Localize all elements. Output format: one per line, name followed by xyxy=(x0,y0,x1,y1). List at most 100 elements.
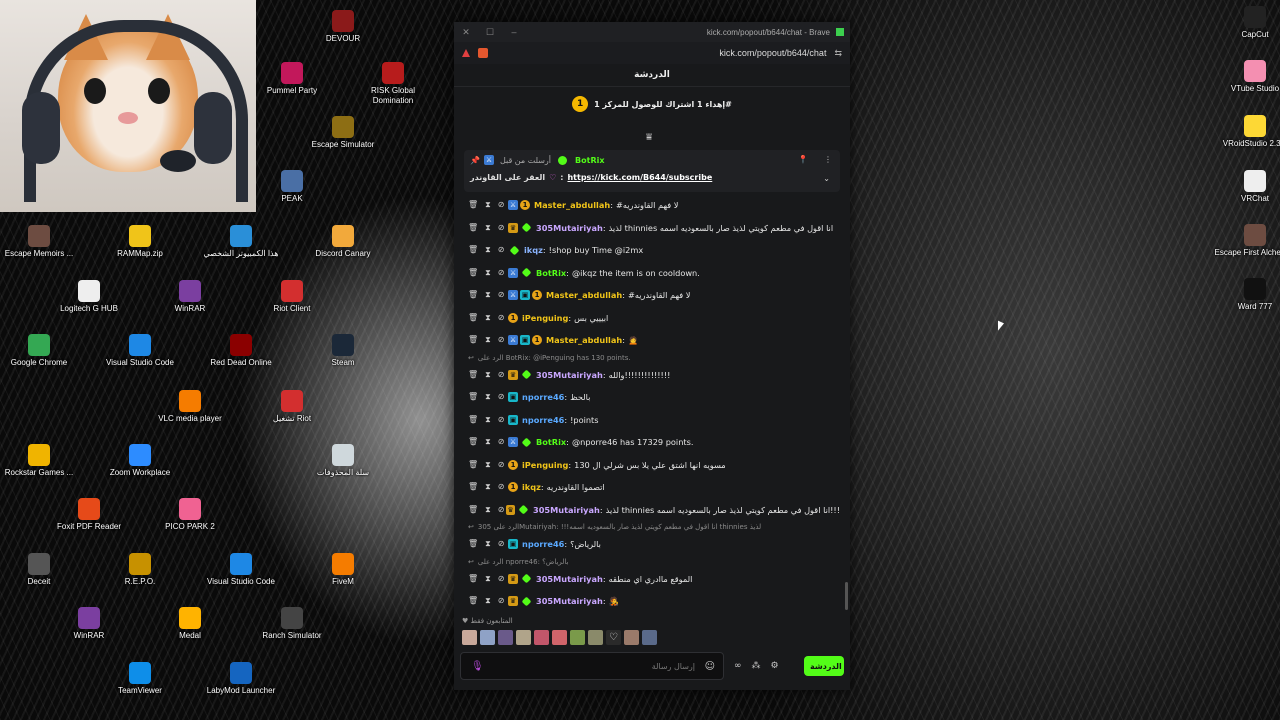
delete-icon[interactable]: 🗑 xyxy=(468,392,478,402)
chat-message[interactable]: 🗑 ⧗ ⊘ ⚔ ▣ 1 Master_abdullah: 🙍 xyxy=(464,329,840,352)
chat-message[interactable]: 🗑 ⧗ ⊘ 1 iPenguing: ابيييي بس xyxy=(464,307,840,330)
settings-gear-icon[interactable]: ⚙ xyxy=(771,661,779,671)
emoji-icon[interactable]: ☺ xyxy=(705,661,715,672)
ban-icon[interactable]: ⊘ xyxy=(498,200,505,210)
emote-6[interactable] xyxy=(552,630,567,645)
delete-icon[interactable]: 🗑 xyxy=(468,290,478,300)
desktop-icon-picopark[interactable]: PICO PARK 2 xyxy=(147,498,233,532)
timeout-icon[interactable]: ⧗ xyxy=(485,313,491,323)
chat-username[interactable]: Master_abdullah xyxy=(546,290,622,300)
timeout-icon[interactable]: ⧗ xyxy=(485,574,491,584)
emote-1[interactable] xyxy=(462,630,477,645)
chat-username[interactable]: 305Mutairiyah xyxy=(536,574,603,584)
desktop-icon-escape-sim[interactable]: Escape Simulator xyxy=(300,116,386,150)
desktop-icon-vscode2[interactable]: Visual Studio Code xyxy=(198,553,284,587)
chat-username[interactable]: ikqz xyxy=(522,482,541,492)
timeout-icon[interactable]: ⧗ xyxy=(485,370,491,380)
chat-message[interactable]: 🗑 ⧗ ⊘ ♛ 305Mutairiyah: والله!!!!!!!!!!!!!! xyxy=(464,364,840,387)
chat-username[interactable]: nporre46 xyxy=(522,392,564,402)
ban-icon[interactable]: ⊘ xyxy=(498,415,505,425)
chat-username[interactable]: 305Mutairiyah xyxy=(536,596,603,606)
ban-icon[interactable]: ⊘ xyxy=(498,482,505,492)
ban-icon[interactable]: ⊘ xyxy=(498,392,505,402)
delete-icon[interactable]: 🗑 xyxy=(468,335,478,345)
unpin-icon[interactable]: 📍 xyxy=(798,155,808,164)
chat-message[interactable]: 🗑 ⧗ ⊘ ♛ 305Mutairiyah: 🧑‍🎤 xyxy=(464,590,840,613)
desktop-icon-escape-memoirs[interactable]: Escape Memoirs ... xyxy=(0,225,82,259)
chat-username[interactable]: iPenguing xyxy=(522,313,568,323)
chat-username[interactable]: 305Mutairiyah xyxy=(536,370,603,380)
desktop-icon-logitech[interactable]: Logitech G HUB xyxy=(46,280,132,314)
mic-icon[interactable]: 🎙 xyxy=(471,661,484,672)
share-icon[interactable]: ⇆ xyxy=(834,48,842,59)
chat-username[interactable]: iPenguing xyxy=(522,460,568,470)
ban-icon[interactable]: ⊘ xyxy=(498,313,505,323)
timeout-icon[interactable]: ⧗ xyxy=(485,539,491,549)
timeout-icon[interactable]: ⧗ xyxy=(485,482,491,492)
delete-icon[interactable]: 🗑 xyxy=(468,460,478,470)
desktop-icon-rockstar[interactable]: Rockstar Games ... xyxy=(0,444,82,478)
chat-message[interactable]: 🗑 ⧗ ⊘ ▣ nporre46: بالحظ xyxy=(464,386,840,409)
ban-icon[interactable]: ⊘ xyxy=(498,268,505,278)
timeout-icon[interactable]: ⧗ xyxy=(485,437,491,447)
chat-username[interactable]: BotRix xyxy=(536,268,566,278)
ban-icon[interactable]: ⊘ xyxy=(498,574,505,584)
desktop-icon-winrar1[interactable]: WinRAR xyxy=(147,280,233,314)
timeout-icon[interactable]: ⧗ xyxy=(485,200,491,210)
chat-message[interactable]: 🗑 ⧗ ⊘ 1 iPenguing: مسويه انها اشتق علي يلا بس… xyxy=(464,454,840,477)
timeout-icon[interactable]: ⧗ xyxy=(485,268,491,278)
chat-scrollbar[interactable] xyxy=(845,582,848,610)
desktop-icon-medal[interactable]: Medal xyxy=(147,607,233,641)
timeout-icon[interactable]: ⧗ xyxy=(485,223,491,233)
chat-username[interactable]: ikqz xyxy=(524,245,543,255)
pinned-author[interactable]: BotRix xyxy=(575,156,604,165)
more-options-icon[interactable]: ⋮ xyxy=(824,155,832,164)
chat-message[interactable]: 🗑 ⧗ ⊘ 1 ikqz: اتصموا القاوندريه xyxy=(464,476,840,499)
delete-icon[interactable]: 🗑 xyxy=(468,223,478,233)
desktop-icon-peak[interactable]: PEAK xyxy=(249,170,335,204)
timeout-icon[interactable]: ⧗ xyxy=(485,392,491,402)
desktop-icon-pummel[interactable]: Pummel Party xyxy=(249,62,335,96)
chat-username[interactable]: nporre46 xyxy=(522,415,564,425)
chat-message[interactable]: 🗑 ⧗ ⊘ ⚔ BotRix: @nporre46 has 17329 points. xyxy=(464,431,840,454)
delete-icon[interactable]: 🗑 xyxy=(468,596,478,606)
chat-username[interactable]: BotRix xyxy=(536,437,566,447)
delete-icon[interactable]: 🗑 xyxy=(468,437,478,447)
emote-5[interactable] xyxy=(534,630,549,645)
desktop-icon-chrome[interactable]: Google Chrome xyxy=(0,334,82,368)
emote-4[interactable] xyxy=(516,630,531,645)
chat-message[interactable]: 🗑 ⧗ ⊘ ♛ 305Mutairiyah: لذيذ thinnies انا اقول… xyxy=(464,499,840,522)
timeout-icon[interactable]: ⧗ xyxy=(485,415,491,425)
delete-icon[interactable]: 🗑 xyxy=(468,313,478,323)
chat-message[interactable]: 🗑 ⧗ ⊘ ▣ nporre46: !points xyxy=(464,409,840,432)
pinned-message[interactable]: 📌 ⚔ أرسلت من قبل BotRix 📍 ⋮ العقر على ال… xyxy=(464,150,840,192)
desktop-icon-deceit[interactable]: Deceit xyxy=(0,553,82,587)
delete-icon[interactable]: 🗑 xyxy=(468,268,478,278)
emote-8[interactable] xyxy=(588,630,603,645)
pinned-link[interactable]: https://kick.com/B644/subscribe xyxy=(567,173,712,182)
desktop-icon-zoom[interactable]: Zoom Workplace xyxy=(97,444,183,478)
chat-message[interactable]: 🗑 ⧗ ⊘ ⚔ ▣ 1 Master_abdullah: #لا فهم القاوندريه xyxy=(464,284,840,307)
desktop-icon-risk[interactable]: RISK Global Domination xyxy=(350,62,436,106)
ban-icon[interactable]: ⊘ xyxy=(498,335,505,345)
chat-message[interactable]: 🗑 ⧗ ⊘ ♛ 305Mutairiyah: الموقع ماادري اي منطقه xyxy=(464,568,840,591)
desktop-icon-rdr[interactable]: Red Dead Online xyxy=(198,334,284,368)
chat-message[interactable]: 🗑 ⧗ ⊘ ⚔ BotRix: @ikqz the item is on cooldown… xyxy=(464,262,840,285)
desktop-icon-recycle[interactable]: سلة المحذوفات xyxy=(300,444,386,478)
desktop-icon-vlc[interactable]: VLC media player xyxy=(147,390,233,424)
ban-icon[interactable]: ⊘ xyxy=(498,505,505,515)
desktop-icon-labymod[interactable]: LabyMod Launcher xyxy=(198,662,284,696)
points-icon[interactable]: ⁂ xyxy=(752,661,761,671)
desktop-icon-devour[interactable]: DEVOUR xyxy=(300,10,386,44)
desktop-icon-this-pc[interactable]: هذا الكمبيوتر الشخصي xyxy=(198,225,284,259)
minimize-icon[interactable]: – xyxy=(508,27,520,37)
desktop-icon-foxit[interactable]: Foxit PDF Reader xyxy=(46,498,132,532)
chat-message[interactable]: 🗑 ⧗ ⊘ ikqz: !shop buy Time @i2mx xyxy=(464,239,840,262)
desktop-icon-vtube[interactable]: VTube Studio xyxy=(1212,60,1280,94)
chat-message[interactable]: 🗑 ⧗ ⊘ ♛ 305Mutairiyah: لذيذ thinnies انا اقول… xyxy=(464,217,840,240)
emote-10[interactable] xyxy=(642,630,657,645)
desktop-icon-discord-canary[interactable]: Discord Canary xyxy=(300,225,386,259)
timeout-icon[interactable]: ⧗ xyxy=(485,245,491,255)
filter-icon[interactable]: ⩸ xyxy=(646,132,652,143)
ban-icon[interactable]: ⊘ xyxy=(498,290,505,300)
